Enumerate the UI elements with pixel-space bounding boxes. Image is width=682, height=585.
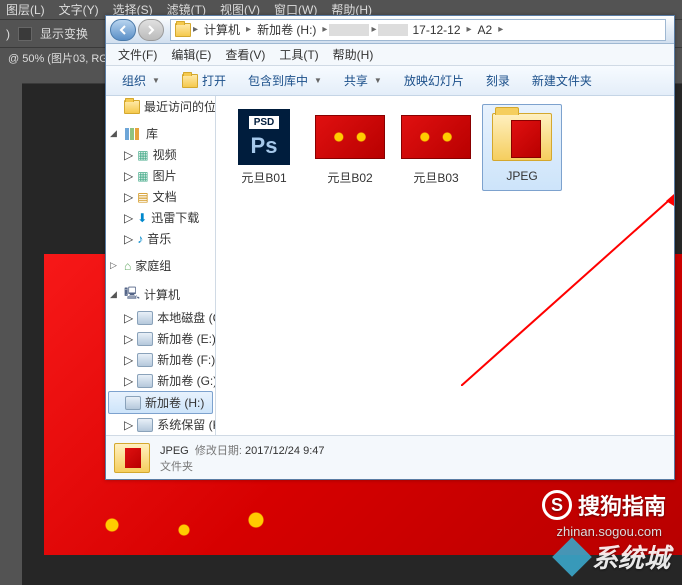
- nav-forward-button[interactable]: [138, 19, 164, 41]
- arrow-right-icon: [145, 24, 157, 36]
- libraries-icon: [124, 126, 142, 142]
- tree-computer[interactable]: ◢🖳计算机: [106, 282, 215, 307]
- folder-icon: [175, 23, 191, 37]
- nav-back-button[interactable]: [110, 19, 136, 41]
- show-transform-label: 显示变换: [40, 25, 88, 42]
- explorer-titlebar[interactable]: ▸ 计算机▸ 新加卷 (H:)▸ ▸ 17-12-12▸ A2▸: [106, 16, 674, 44]
- file-label: 元旦B02: [325, 169, 374, 186]
- drive-icon: [137, 353, 153, 367]
- toolbar-newfolder[interactable]: 新建文件夹: [522, 69, 602, 92]
- open-folder-icon: [182, 74, 198, 88]
- psd-thumbnail: PSDPs: [238, 109, 290, 165]
- show-transform-checkbox[interactable]: [18, 27, 32, 41]
- tree-drive-c[interactable]: ▷本地磁盘 (C:): [106, 307, 215, 328]
- explorer-sidebar[interactable]: 最近访问的位置 ◢库 ▷▦视频 ▷▦图片 ▷▤文档 ▷⬇迅雷下载 ▷♪音乐 ▷⌂…: [106, 96, 216, 435]
- watermark-xtc: 系统城: [558, 538, 670, 575]
- drive-icon: [137, 332, 153, 346]
- breadcrumb-item[interactable]: [378, 24, 408, 36]
- breadcrumb-item[interactable]: 17-12-12: [408, 23, 464, 37]
- drive-icon: [137, 374, 153, 388]
- xtc-logo-icon: [552, 537, 592, 577]
- explorer-content[interactable]: PSDPs 元旦B01 元旦B02 元旦B03 JPEG: [216, 96, 674, 435]
- ps-menu-item[interactable]: 文字(Y): [59, 1, 99, 18]
- tree-xunlei[interactable]: ▷⬇迅雷下载: [106, 207, 215, 228]
- toolbar-burn[interactable]: 刻录: [476, 69, 520, 92]
- drive-icon: [137, 418, 153, 432]
- drive-icon: [125, 396, 141, 410]
- file-label: JPEG: [504, 169, 539, 183]
- breadcrumb-item[interactable]: A2: [474, 23, 497, 37]
- tree-music[interactable]: ▷♪音乐: [106, 228, 215, 249]
- menu-view[interactable]: 查看(V): [219, 44, 271, 65]
- breadcrumb-item[interactable]: 新加卷 (H:): [253, 21, 320, 38]
- tree-documents[interactable]: ▷▤文档: [106, 186, 215, 207]
- toolbar-organize[interactable]: 组织▼: [112, 69, 170, 92]
- breadcrumb-item[interactable]: 计算机: [200, 21, 244, 38]
- tree-drive-f[interactable]: ▷新加卷 (F:): [106, 349, 215, 370]
- explorer-window: ▸ 计算机▸ 新加卷 (H:)▸ ▸ 17-12-12▸ A2▸ 文件(F) 编…: [105, 15, 675, 480]
- image-thumbnail: [401, 115, 471, 159]
- menu-file[interactable]: 文件(F): [112, 44, 163, 65]
- tree-videos[interactable]: ▷▦视频: [106, 144, 215, 165]
- status-date: 2017/12/24 9:47: [245, 445, 325, 457]
- tree-homegroup[interactable]: ▷⌂家庭组: [106, 255, 215, 276]
- toolbar-open[interactable]: 打开: [172, 69, 236, 92]
- drive-icon: [137, 311, 153, 325]
- toolbar-slideshow[interactable]: 放映幻灯片: [394, 69, 474, 92]
- address-breadcrumb[interactable]: ▸ 计算机▸ 新加卷 (H:)▸ ▸ 17-12-12▸ A2▸: [170, 19, 666, 41]
- tree-drive-g[interactable]: ▷新加卷 (G:): [106, 370, 215, 391]
- folder-thumbnail: [492, 113, 552, 161]
- menu-edit[interactable]: 编辑(E): [165, 44, 217, 65]
- file-item-folder-jpeg[interactable]: JPEG: [482, 104, 562, 191]
- arrow-left-icon: [117, 24, 129, 36]
- toolbar-include[interactable]: 包含到库中▼: [238, 69, 332, 92]
- status-thumbnail: [114, 443, 150, 473]
- tree-drive-h[interactable]: 新加卷 (H:): [108, 391, 213, 414]
- tree-pictures[interactable]: ▷▦图片: [106, 165, 215, 186]
- watermark-sogou: S 搜狗指南 zhinan.sogou.com: [542, 489, 666, 521]
- recent-icon: [124, 100, 140, 114]
- file-item-psd[interactable]: PSDPs 元旦B01: [224, 104, 304, 191]
- file-item-image[interactable]: 元旦B03: [396, 104, 476, 191]
- file-label: 元旦B03: [411, 169, 460, 186]
- explorer-statusbar: JPEG 修改日期: 2017/12/24 9:47 文件夹: [106, 435, 674, 479]
- menu-tools[interactable]: 工具(T): [273, 44, 324, 65]
- image-thumbnail: [315, 115, 385, 159]
- tree-drive-e[interactable]: ▷新加卷 (E:): [106, 328, 215, 349]
- sogou-logo-icon: S: [542, 490, 572, 520]
- breadcrumb-item[interactable]: [329, 24, 369, 36]
- tree-libraries[interactable]: ◢库: [106, 123, 215, 144]
- annotation-arrow: [461, 186, 674, 386]
- tree-drive-k[interactable]: ▷系统保留 (K:): [106, 414, 215, 435]
- status-name: JPEG: [160, 445, 189, 457]
- file-item-image[interactable]: 元旦B02: [310, 104, 390, 191]
- status-type: 文件夹: [160, 458, 325, 474]
- ps-menu-item[interactable]: 图层(L): [6, 1, 45, 18]
- explorer-toolbar: 组织▼ 打开 包含到库中▼ 共享▼ 放映幻灯片 刻录 新建文件夹: [106, 66, 674, 96]
- toolbar-share[interactable]: 共享▼: [334, 69, 392, 92]
- ps-tools-panel[interactable]: [0, 68, 22, 585]
- file-label: 元旦B01: [239, 169, 288, 186]
- menu-help[interactable]: 帮助(H): [327, 44, 380, 65]
- explorer-menubar: 文件(F) 编辑(E) 查看(V) 工具(T) 帮助(H): [106, 44, 674, 66]
- tree-recent[interactable]: 最近访问的位置: [106, 96, 215, 117]
